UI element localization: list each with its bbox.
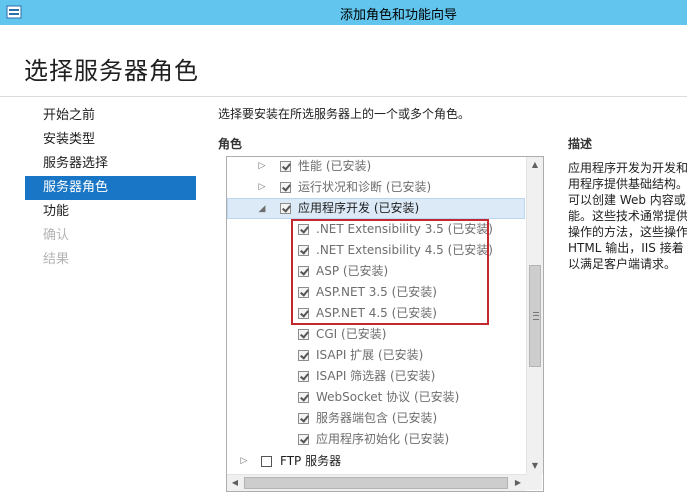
checkbox[interactable] xyxy=(298,371,309,382)
nav-item-server-selection[interactable]: 服务器选择 xyxy=(25,152,196,176)
scroll-thumb-horizontal[interactable] xyxy=(244,477,508,489)
title-bar: 添加角色和功能向导 xyxy=(0,0,687,25)
roles-heading: 角色 xyxy=(218,137,243,151)
header: 选择服务器角色 xyxy=(0,25,687,97)
horizontal-scrollbar[interactable]: ◀ ▶ xyxy=(227,474,526,491)
scroll-up-icon[interactable]: ▲ xyxy=(527,157,543,173)
triangle-right-icon[interactable]: ▷ xyxy=(257,157,267,177)
grip-icon xyxy=(533,312,539,320)
scroll-right-icon[interactable]: ▶ xyxy=(510,475,526,491)
description-line: 能。这些技术通常提供 xyxy=(568,209,687,223)
checkbox[interactable] xyxy=(298,392,309,403)
checkbox[interactable] xyxy=(298,266,309,277)
description-line: 用程序提供基础结构。 xyxy=(568,177,687,191)
description-line: 操作的方法，这些操作 xyxy=(568,225,687,239)
checkbox[interactable] xyxy=(298,224,309,235)
description-line: 应用程序开发为开发和 xyxy=(568,161,687,175)
checkbox[interactable] xyxy=(298,350,309,361)
scroll-down-icon[interactable]: ▼ xyxy=(527,458,543,474)
checkbox[interactable] xyxy=(298,308,309,319)
checkbox[interactable] xyxy=(298,245,309,256)
description-text: 应用程序开发为开发和 用程序提供基础结构。 可以创建 Web 内容或 能。这些技… xyxy=(568,160,687,272)
roles-tree[interactable]: ▷ 性能 (已安装) ▷ 运行状况和诊断 (已安装) ◢ 应用程序开发 (已安装… xyxy=(226,156,544,492)
nav-item-confirmation: 确认 xyxy=(43,228,70,243)
nav-item-results: 结果 xyxy=(43,252,70,267)
checkbox[interactable] xyxy=(280,161,291,172)
checkbox[interactable] xyxy=(298,413,309,424)
scroll-left-icon[interactable]: ◀ xyxy=(227,475,243,491)
checkbox[interactable] xyxy=(298,287,309,298)
scroll-thumb[interactable] xyxy=(529,265,541,367)
nav-item-installation-type[interactable]: 安装类型 xyxy=(25,128,196,152)
checkbox[interactable] xyxy=(298,329,309,340)
instruction-text: 选择要安装在所选服务器上的一个或多个角色。 xyxy=(218,107,471,121)
nav-item-features[interactable]: 功能 xyxy=(25,200,196,224)
vertical-scrollbar[interactable]: ▲ ▼ xyxy=(526,157,543,474)
checkbox[interactable] xyxy=(261,456,272,467)
triangle-down-icon[interactable]: ◢ xyxy=(257,199,267,220)
page-title: 选择服务器角色 xyxy=(24,57,199,85)
checkbox[interactable] xyxy=(280,203,291,214)
scrollbar-corner xyxy=(526,474,542,490)
description-line: HTML 输出，IIS 接着 xyxy=(568,241,684,255)
tree-row-application-development[interactable]: ◢ 应用程序开发 (已安装) xyxy=(227,198,525,219)
nav-item-server-roles[interactable]: 服务器角色 xyxy=(25,176,196,200)
description-heading: 描述 xyxy=(568,137,593,151)
description-line: 以满足客户端请求。 xyxy=(568,257,677,271)
triangle-right-icon[interactable]: ▷ xyxy=(257,177,267,198)
triangle-right-icon[interactable]: ▷ xyxy=(239,451,249,472)
window-title: 添加角色和功能向导 xyxy=(339,8,457,23)
description-line: 可以创建 Web 内容或 xyxy=(568,193,686,207)
checkbox[interactable] xyxy=(298,434,309,445)
wizard-nav: 开始之前 安装类型 服务器选择 服务器角色 功能 确认 结果 xyxy=(25,104,196,272)
checkbox[interactable] xyxy=(280,182,291,193)
nav-item-before-you-begin[interactable]: 开始之前 xyxy=(25,104,196,128)
